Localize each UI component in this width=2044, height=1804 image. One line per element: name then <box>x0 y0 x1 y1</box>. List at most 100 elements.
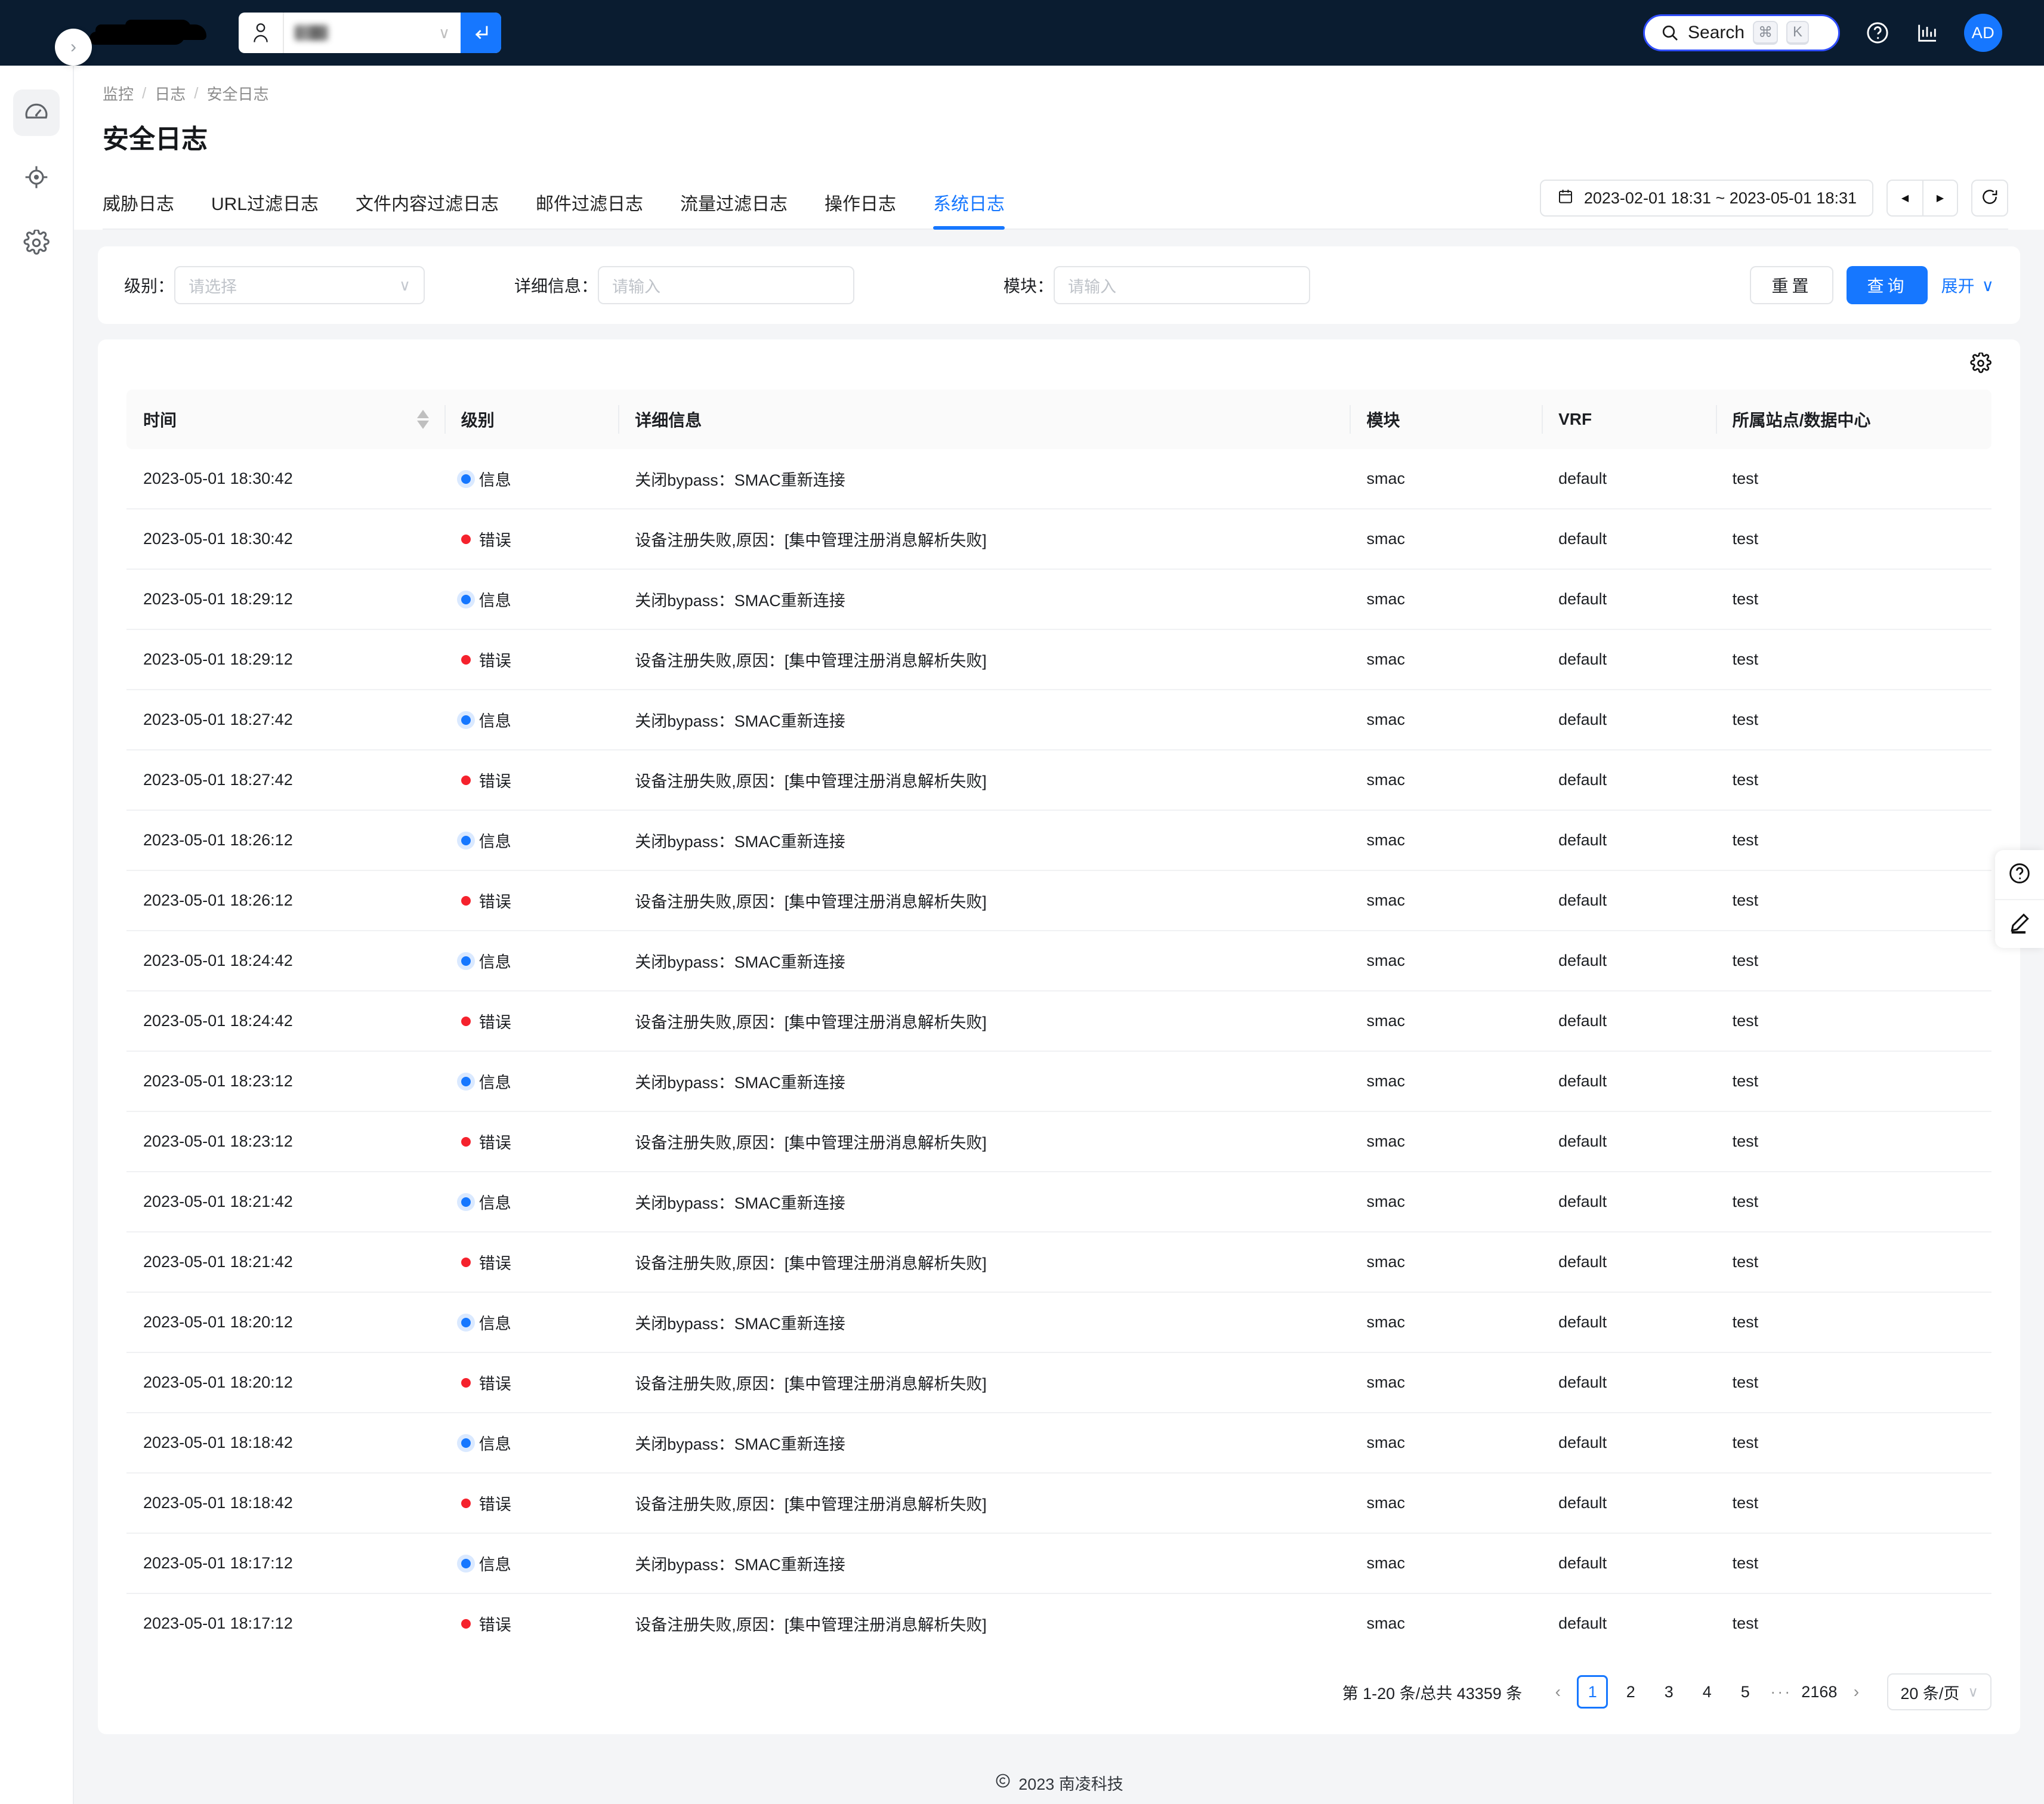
sidebar-item-locate[interactable] <box>13 155 60 202</box>
table-row[interactable]: 2023-05-01 18:23:12 信息 关闭bypass：SMAC重新连接 sm… <box>126 1051 1991 1112</box>
tab-bar: 威胁日志 URL过滤日志 文件内容过滤日志 邮件过滤日志 流量过滤日志 操作日志… <box>103 189 1005 230</box>
table-settings-gear-icon[interactable] <box>1970 351 1991 377</box>
cell-site: test <box>1715 1111 1991 1172</box>
table-row[interactable]: 2023-05-01 18:27:42 错误 设备注册失败,原因：[集中管理注册消息… <box>126 750 1991 811</box>
pagination-next-button[interactable]: › <box>1841 1675 1872 1709</box>
page-header: 监控 / 日志 / 安全日志 安全日志 威胁日志 URL过滤日志 文件内容过滤日… <box>74 66 2044 230</box>
tab-operation-log[interactable]: 操作日志 <box>825 189 896 228</box>
refresh-button[interactable] <box>1971 180 2008 217</box>
table-row[interactable]: 2023-05-01 18:27:42 信息 关闭bypass：SMAC重新连接 sm… <box>126 690 1991 750</box>
table-row[interactable]: 2023-05-01 18:30:42 信息 关闭bypass：SMAC重新连接 sm… <box>126 449 1991 509</box>
sidebar-item-settings[interactable] <box>13 221 60 267</box>
help-icon[interactable] <box>1865 20 1890 45</box>
table-row[interactable]: 2023-05-01 18:30:42 错误 设备注册失败,原因：[集中管理注册消息… <box>126 509 1991 570</box>
query-button[interactable]: 查询 <box>1847 266 1928 304</box>
table-row[interactable]: 2023-05-01 18:20:12 错误 设备注册失败,原因：[集中管理注册消息… <box>126 1352 1991 1413</box>
floating-edit-button[interactable] <box>1995 899 2044 948</box>
reset-button[interactable]: 重置 <box>1750 266 1834 304</box>
rail-collapse-button[interactable]: › <box>55 29 92 66</box>
sort-toggle-icon[interactable] <box>416 410 429 429</box>
table-row[interactable]: 2023-05-01 18:20:12 信息 关闭bypass：SMAC重新连接 sm… <box>126 1292 1991 1353</box>
tab-file-content-filter-log[interactable]: 文件内容过滤日志 <box>356 189 499 228</box>
col-header-detail: 详细信息 <box>618 390 1350 449</box>
cell-module: smac <box>1350 870 1542 931</box>
expand-filters-button[interactable]: 展开 ∨ <box>1941 273 1994 297</box>
cell-level: 信息 <box>444 569 619 630</box>
user-select-submit-button[interactable] <box>461 13 501 53</box>
sidebar-item-dashboard[interactable] <box>13 89 60 136</box>
table-row[interactable]: 2023-05-01 18:29:12 信息 关闭bypass：SMAC重新连接 sm… <box>126 569 1991 630</box>
gear-icon <box>23 228 50 259</box>
cell-level: 信息 <box>444 1413 619 1474</box>
avatar[interactable]: AD <box>1964 14 2002 52</box>
table-row[interactable]: 2023-05-01 18:18:42 错误 设备注册失败,原因：[集中管理注册消息… <box>126 1473 1991 1534</box>
cell-vrf: default <box>1542 1352 1716 1413</box>
user-selector[interactable]: ∨ <box>239 13 501 53</box>
module-input[interactable]: 请输入 <box>1054 266 1311 304</box>
tab-system-log[interactable]: 系统日志 <box>933 189 1005 230</box>
tab-threat-log[interactable]: 威胁日志 <box>103 189 174 228</box>
detail-input[interactable]: 请输入 <box>598 266 855 304</box>
table-row[interactable]: 2023-05-01 18:21:42 信息 关闭bypass：SMAC重新连接 sm… <box>126 1172 1991 1232</box>
bar-chart-icon[interactable] <box>1915 21 1939 45</box>
level-label: 信息 <box>478 1435 511 1453</box>
table-row[interactable]: 2023-05-01 18:21:42 错误 设备注册失败,原因：[集中管理注册消息… <box>126 1232 1991 1293</box>
level-error-dot-icon <box>461 1498 471 1508</box>
filter-level: 级别： 请选择 ∨ <box>124 266 425 304</box>
col-header-time[interactable]: 时间 <box>126 390 444 449</box>
cell-detail: 关闭bypass：SMAC重新连接 <box>618 690 1350 750</box>
user-select-value[interactable]: ∨ <box>284 13 461 53</box>
level-label: 错误 <box>478 893 511 911</box>
level-error-dot-icon <box>461 1016 471 1026</box>
pagination-page-1[interactable]: 1 <box>1577 1675 1608 1709</box>
table-head: 时间 级别 详细信息 模块 VRF 所属站点/数据中心 <box>126 390 1991 449</box>
table-row[interactable]: 2023-05-01 18:17:12 错误 设备注册失败,原因：[集中管理注册消息… <box>126 1593 1991 1653</box>
copyright-icon <box>995 1772 1011 1793</box>
date-range-picker[interactable]: 2023-02-01 18:31 ~ 2023-05-01 18:31 <box>1539 180 1873 217</box>
table-toolbar <box>98 339 2020 390</box>
level-label: 信息 <box>478 1315 511 1333</box>
page-size-select[interactable]: 20 条/页 ∨ <box>1887 1673 1991 1710</box>
cell-time: 2023-05-01 18:18:42 <box>126 1413 444 1474</box>
page-content: 监控 / 日志 / 安全日志 安全日志 威胁日志 URL过滤日志 文件内容过滤日… <box>74 66 2044 1804</box>
range-prev-button[interactable]: ◀ <box>1888 181 1922 215</box>
table-row[interactable]: 2023-05-01 18:18:42 信息 关闭bypass：SMAC重新连接 sm… <box>126 1413 1991 1474</box>
tab-mail-filter-log[interactable]: 邮件过滤日志 <box>536 189 643 228</box>
cell-detail: 设备注册失败,原因：[集中管理注册消息解析失败] <box>618 870 1350 931</box>
level-info-dot-icon <box>461 1317 471 1327</box>
pagination-page-5[interactable]: 5 <box>1730 1675 1761 1709</box>
cell-module: smac <box>1350 1172 1542 1232</box>
table-row[interactable]: 2023-05-01 18:26:12 信息 关闭bypass：SMAC重新连接 sm… <box>126 810 1991 871</box>
floating-help-button[interactable] <box>1995 850 2044 899</box>
tab-traffic-filter-log[interactable]: 流量过滤日志 <box>680 189 788 228</box>
pagination-page-4[interactable]: 4 <box>1691 1675 1722 1709</box>
breadcrumb-item-1[interactable]: 日志 <box>155 82 186 104</box>
table-row[interactable]: 2023-05-01 18:24:42 错误 设备注册失败,原因：[集中管理注册消息… <box>126 991 1991 1052</box>
expand-filters-label: 展开 <box>1941 277 1975 295</box>
cell-level: 错误 <box>444 1593 618 1653</box>
cell-time: 2023-05-01 18:30:42 <box>126 449 444 509</box>
breadcrumb-item-2[interactable]: 安全日志 <box>207 82 269 104</box>
level-label: 信息 <box>478 471 511 489</box>
pagination-ellipsis[interactable]: ··· <box>1764 1683 1798 1701</box>
pagination-prev-button[interactable]: ‹ <box>1542 1675 1573 1709</box>
global-search-box[interactable]: Search ⌘ K <box>1643 14 1840 51</box>
breadcrumb-item-0[interactable]: 监控 <box>103 82 134 104</box>
pagination-page-3[interactable]: 3 <box>1653 1675 1684 1709</box>
cell-level: 错误 <box>444 991 619 1052</box>
range-next-button[interactable]: ▶ <box>1922 181 1957 215</box>
page-size-value: 20 条/页 <box>1900 1684 1960 1703</box>
table-row[interactable]: 2023-05-01 18:24:42 信息 关闭bypass：SMAC重新连接 sm… <box>126 931 1991 991</box>
footer-text: 2023 南凌科技 <box>1018 1775 1123 1793</box>
pagination-last-page[interactable]: 2168 <box>1801 1675 1837 1709</box>
level-error-dot-icon <box>461 1377 471 1388</box>
pagination-page-2[interactable]: 2 <box>1615 1675 1646 1709</box>
level-label: 错误 <box>478 652 511 670</box>
table-row[interactable]: 2023-05-01 18:17:12 信息 关闭bypass：SMAC重新连接 sm… <box>126 1533 1991 1594</box>
level-select[interactable]: 请选择 ∨ <box>174 266 425 304</box>
table-row[interactable]: 2023-05-01 18:23:12 错误 设备注册失败,原因：[集中管理注册消息… <box>126 1111 1991 1172</box>
tab-url-filter-log[interactable]: URL过滤日志 <box>211 189 319 228</box>
table-row[interactable]: 2023-05-01 18:26:12 错误 设备注册失败,原因：[集中管理注册消息… <box>126 870 1991 931</box>
table-row[interactable]: 2023-05-01 18:29:12 错误 设备注册失败,原因：[集中管理注册消息… <box>126 629 1991 690</box>
level-label: 信息 <box>478 712 511 730</box>
